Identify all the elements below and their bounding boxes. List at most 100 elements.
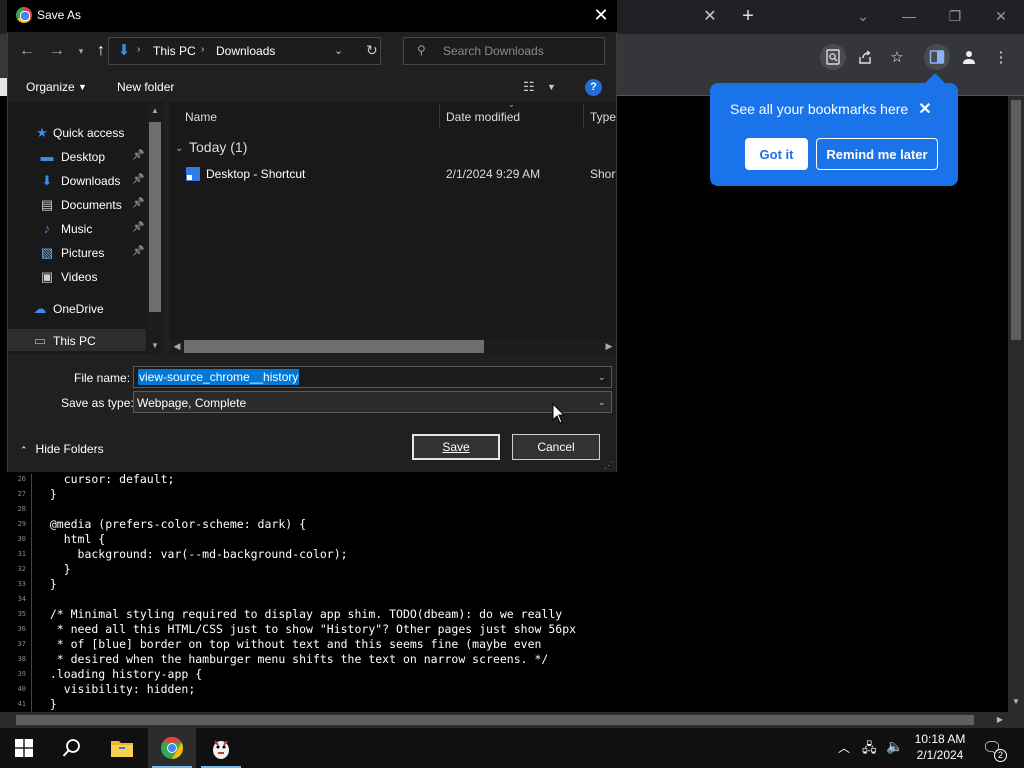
sidebar-item-desktop[interactable]: ▬ Desktop 📌 (8, 146, 148, 168)
back-arrow-icon[interactable]: ← (16, 40, 38, 62)
scroll-down-arrow-icon[interactable]: ▼ (1008, 694, 1024, 710)
resize-grip-icon[interactable]: ⋰ (604, 460, 613, 471)
save-type-dropdown-icon[interactable]: ⌄ (598, 397, 606, 408)
line-number: 31 (17, 550, 26, 558)
sidebar-item-music[interactable]: ♪ Music 📌 (8, 218, 148, 240)
nav-scroll-down-icon[interactable]: ▼ (147, 339, 163, 353)
line-number: 29 (17, 520, 26, 528)
sidebar-item-quick-access[interactable]: ★ Quick access (8, 122, 148, 144)
profile-icon[interactable] (956, 44, 982, 70)
app-mascot-icon[interactable] (197, 728, 245, 768)
menu-icon[interactable]: ⋮ (988, 44, 1014, 70)
sidebar-item-pictures[interactable]: ▧ Pictures 📌 (8, 242, 148, 264)
nav-scroll-up-icon[interactable]: ▲ (147, 104, 163, 118)
sidebar-item-videos[interactable]: ▣ Videos (8, 266, 148, 288)
page-horizontal-scroll-thumb[interactable] (16, 715, 974, 725)
hide-folders-toggle[interactable]: ⌃ Hide Folders (20, 442, 104, 456)
forward-arrow-icon[interactable]: → (46, 40, 68, 62)
chevron-up-icon: ⌃ (20, 445, 28, 455)
sidebar-item-label: Downloads (61, 174, 121, 188)
file-name-label: File name: (74, 371, 131, 385)
file-scroll-right-icon[interactable]: ▶ (602, 339, 616, 354)
music-icon: ♪ (43, 221, 51, 236)
network-icon[interactable]: 🖧 (862, 739, 877, 761)
code-text: * need all this HTML/CSS just to show "H… (36, 622, 577, 636)
page-vertical-scroll-thumb[interactable] (1011, 100, 1021, 340)
file-name-dropdown-icon[interactable]: ⌄ (598, 372, 606, 383)
search-page-icon[interactable] (820, 44, 846, 70)
breadcrumb-chevron-icon[interactable]: › (201, 44, 204, 55)
bookmark-star-icon[interactable]: ☆ (884, 44, 910, 70)
breadcrumb-this-pc[interactable]: This PC (153, 44, 196, 58)
sidebar-item-this-pc[interactable]: ▭ This PC (8, 330, 148, 352)
pin-icon[interactable]: 📌 (132, 150, 144, 161)
code-line: 37 * of [blue] border on top without tex… (0, 637, 1000, 652)
dialog-title-bar (7, 0, 617, 32)
chrome-taskbar-icon[interactable] (148, 728, 196, 768)
organize-chevron-icon[interactable]: ▼ (78, 82, 87, 92)
minimize-icon[interactable]: — (894, 5, 924, 27)
search-icon[interactable] (48, 728, 96, 768)
tab-close-icon[interactable]: ✕ (700, 7, 720, 27)
view-chevron-icon[interactable]: ▼ (547, 82, 556, 92)
organize-button[interactable]: Organize (26, 80, 75, 94)
nav-scroll-thumb[interactable] (149, 122, 161, 312)
pin-icon[interactable]: 📌 (132, 246, 144, 257)
column-divider[interactable] (583, 104, 584, 128)
side-panel-icon[interactable] (924, 44, 950, 70)
desktop-icon: ▬ (40, 149, 54, 164)
file-explorer-icon[interactable] (98, 728, 146, 768)
clock-date[interactable]: 2/1/2024 (912, 748, 968, 762)
start-windows-icon[interactable] (0, 728, 48, 768)
code-text: cursor: default; (36, 472, 175, 486)
got-it-button[interactable]: Got it (745, 138, 808, 170)
tab-search-icon[interactable]: ⌄ (848, 5, 878, 27)
remind-me-later-button[interactable]: Remind me later (816, 138, 938, 170)
breadcrumb-downloads[interactable]: Downloads (216, 44, 275, 58)
column-header-date[interactable]: Date modified (446, 110, 520, 124)
save-button[interactable]: Save (412, 434, 500, 460)
file-name-value[interactable]: view-source_chrome__history (138, 369, 300, 385)
show-hidden-icons-chevron-icon[interactable]: ︿ (838, 739, 850, 756)
column-divider[interactable] (439, 104, 440, 128)
recent-locations-chevron-icon[interactable]: ▾ (70, 40, 92, 62)
close-window-icon[interactable]: ✕ (986, 5, 1016, 27)
cancel-button[interactable]: Cancel (512, 434, 600, 460)
line-number: 36 (17, 625, 26, 633)
file-name-cell[interactable]: Desktop - Shortcut (206, 167, 305, 181)
new-tab-icon[interactable]: + (737, 5, 759, 27)
file-list-scroll-thumb[interactable] (184, 340, 484, 353)
search-placeholder[interactable]: Search Downloads (443, 44, 544, 58)
pin-icon[interactable]: 📌 (132, 174, 144, 185)
line-number: 33 (17, 580, 26, 588)
pin-icon[interactable]: 📌 (132, 222, 144, 233)
bubble-close-icon[interactable]: ✕ (916, 101, 934, 119)
view-options-icon[interactable]: ☷ (523, 79, 535, 95)
save-type-value[interactable]: Webpage, Complete (137, 396, 246, 410)
restore-icon[interactable]: ❐ (940, 5, 970, 27)
refresh-icon[interactable]: ↻ (366, 42, 378, 59)
share-icon[interactable] (852, 44, 878, 70)
new-folder-button[interactable]: New folder (117, 80, 174, 94)
column-header-name[interactable]: Name (185, 110, 217, 124)
sidebar-item-downloads[interactable]: ⬇ Downloads 📌 (8, 170, 148, 192)
group-collapse-chevron-icon[interactable]: ⌄ (175, 143, 183, 154)
group-header-today[interactable]: Today (1) (189, 139, 247, 155)
pin-icon[interactable]: 📌 (132, 198, 144, 209)
line-number: 39 (17, 670, 26, 678)
sidebar-item-onedrive[interactable]: ☁ OneDrive (8, 298, 148, 320)
breadcrumb-chevron-icon[interactable]: › (137, 44, 140, 55)
code-text: } (36, 697, 57, 711)
chrome-logo-icon (16, 7, 32, 23)
help-icon[interactable]: ? (585, 79, 602, 96)
address-dropdown-icon[interactable]: ⌄ (334, 44, 343, 57)
clock-time[interactable]: 10:18 AM (912, 732, 968, 746)
code-line: 27 } (0, 487, 1000, 502)
volume-muted-icon[interactable]: 🔈 (886, 738, 903, 755)
column-header-type[interactable]: Type (590, 110, 616, 124)
scroll-right-arrow-icon[interactable]: ▶ (992, 712, 1008, 728)
dialog-close-icon[interactable]: ✕ (590, 4, 612, 26)
file-scroll-left-icon[interactable]: ◀ (170, 339, 184, 354)
sidebar-item-documents[interactable]: ▤ Documents 📌 (8, 194, 148, 216)
line-number: 27 (17, 490, 26, 498)
